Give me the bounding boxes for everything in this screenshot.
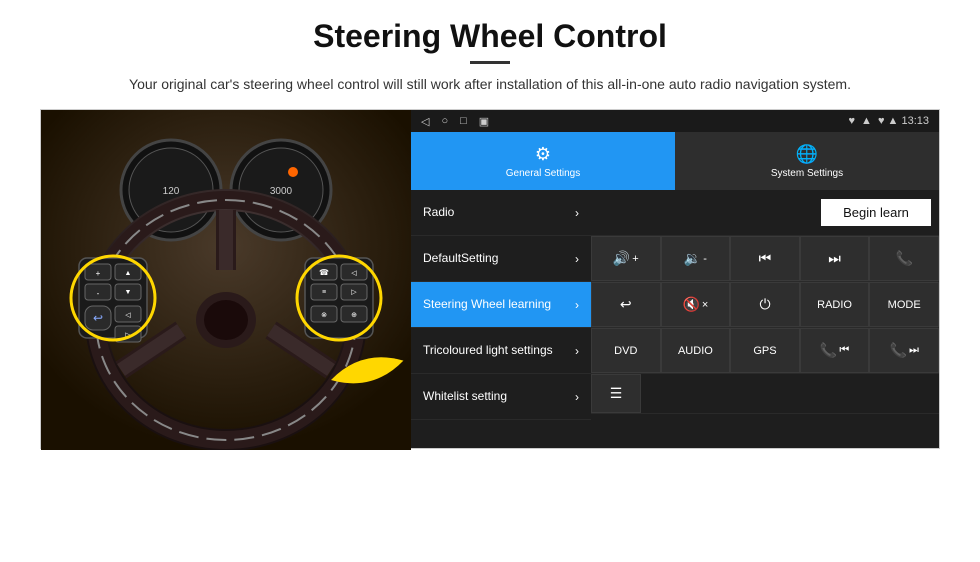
location-icon: ♥	[849, 115, 856, 127]
mode-button[interactable]: MODE	[869, 282, 939, 327]
menu-item-tricoloured-arrow: ›	[575, 344, 579, 358]
recent-icon[interactable]: □	[460, 115, 467, 127]
system-settings-icon: 🌐	[796, 144, 818, 165]
svg-text:120: 120	[163, 186, 180, 197]
general-settings-icon: ⚙	[535, 144, 551, 165]
phone-icon: 📞	[895, 250, 912, 267]
tel-next-button[interactable]: 📞 ⏭	[869, 328, 939, 373]
screenshot-icon[interactable]: ▣	[479, 115, 489, 128]
list-icon-button[interactable]: ☰	[591, 374, 641, 413]
page-title: Steering Wheel Control	[313, 18, 667, 55]
menu-item-steeringwheel[interactable]: Steering Wheel learning ›	[411, 282, 591, 328]
mode-label: MODE	[888, 299, 921, 311]
svg-text:⊕: ⊕	[351, 312, 357, 319]
menu-item-whitelist-label: Whitelist setting	[423, 389, 507, 403]
dvd-label: DVD	[614, 345, 637, 357]
begin-learn-button[interactable]: Begin learn	[821, 199, 931, 226]
list-icon: ☰	[610, 385, 623, 402]
power-button[interactable]: ⏻	[730, 282, 800, 327]
svg-text:▷: ▷	[351, 289, 357, 296]
next-track-icon: ⏭	[828, 250, 841, 267]
svg-text:◁: ◁	[351, 270, 357, 277]
audio-button[interactable]: AUDIO	[661, 328, 731, 373]
menu-item-whitelist[interactable]: Whitelist setting ›	[411, 374, 591, 420]
svg-text:≡: ≡	[322, 289, 326, 296]
right-panel: Begin learn 🔊 + 🔉 - ⏮	[591, 190, 939, 448]
hang-up-icon: ↩	[620, 296, 632, 313]
title-divider	[470, 61, 510, 64]
tel-next-arrow: ⏭	[909, 344, 919, 357]
page-subtitle: Your original car's steering wheel contr…	[129, 74, 851, 95]
svg-text:+: +	[96, 269, 101, 278]
tel-prev-arrow: ⏮	[839, 344, 849, 357]
menu-item-radio-label: Radio	[423, 205, 454, 219]
prev-track-icon: ⏮	[759, 250, 772, 267]
menu-item-defaultsetting-label: DefaultSetting	[423, 251, 498, 265]
tel-prev-button[interactable]: 📞 ⏮	[800, 328, 870, 373]
menu-item-whitelist-arrow: ›	[575, 390, 579, 404]
radio-button[interactable]: RADIO	[800, 282, 870, 327]
svg-text:-: -	[97, 289, 100, 298]
vol-up-icon: 🔊	[613, 250, 630, 267]
svg-text:▲: ▲	[125, 270, 132, 277]
audio-label: AUDIO	[678, 345, 713, 357]
button-row-1: 🔊 + 🔉 - ⏮ ⏭	[591, 236, 939, 282]
page-wrapper: Steering Wheel Control Your original car…	[0, 0, 980, 562]
vol-up-label: +	[632, 253, 638, 265]
status-bar-right: ♥ ▲ ♥ ▲ 13:13	[849, 115, 929, 127]
button-row-2: ↩ 🔇 × ⏻ RADIO MODE	[591, 282, 939, 328]
tab-system-settings[interactable]: 🌐 System Settings	[675, 132, 939, 190]
content-area: 120 3000	[40, 109, 940, 449]
button-row-3: DVD AUDIO GPS 📞 ⏮ 📞	[591, 328, 939, 374]
main-content: Radio › DefaultSetting › Steering Wheel …	[411, 190, 939, 448]
radio-label: RADIO	[817, 299, 852, 311]
gps-button[interactable]: GPS	[730, 328, 800, 373]
status-bar: ◁ ○ □ ▣ ♥ ▲ ♥ ▲ 13:13	[411, 110, 939, 132]
mute-button[interactable]: 🔇 ×	[661, 282, 731, 327]
tel-next-icon: 📞	[890, 342, 907, 359]
power-icon: ⏻	[759, 296, 770, 313]
prev-track-button[interactable]: ⏮	[730, 236, 800, 281]
mute-icon: 🔇	[682, 296, 699, 313]
menu-item-tricoloured-label: Tricoloured light settings	[423, 343, 553, 357]
svg-text:▼: ▼	[125, 289, 132, 296]
tab-bar: ⚙ General Settings 🌐 System Settings	[411, 132, 939, 190]
vol-down-icon: 🔉	[684, 250, 701, 267]
vol-up-button[interactable]: 🔊 +	[591, 236, 661, 281]
tel-prev-icon: 📞	[820, 342, 837, 359]
gps-label: GPS	[753, 345, 776, 357]
svg-text:↩: ↩	[93, 311, 103, 325]
menu-item-defaultsetting[interactable]: DefaultSetting ›	[411, 236, 591, 282]
begin-learn-row: Begin learn	[591, 190, 939, 236]
svg-text:☎: ☎	[319, 268, 329, 277]
menu-item-steeringwheel-label: Steering Wheel learning	[423, 297, 551, 311]
phone-button[interactable]: 📞	[869, 236, 939, 281]
button-row-4: ☰	[591, 374, 939, 414]
menu-item-radio[interactable]: Radio ›	[411, 190, 591, 236]
home-icon[interactable]: ○	[441, 115, 448, 127]
menu-item-tricoloured[interactable]: Tricoloured light settings ›	[411, 328, 591, 374]
wifi-icon: ▲	[861, 115, 872, 127]
time-display: ♥ ▲ 13:13	[878, 115, 929, 127]
svg-text:3000: 3000	[270, 186, 293, 197]
vol-down-label: -	[703, 253, 707, 265]
left-menu: Radio › DefaultSetting › Steering Wheel …	[411, 190, 591, 448]
steering-wheel-image: 120 3000	[41, 110, 411, 450]
mute-x-label: ×	[702, 299, 708, 311]
dvd-button[interactable]: DVD	[591, 328, 661, 373]
vol-down-button[interactable]: 🔉 -	[661, 236, 731, 281]
next-track-button[interactable]: ⏭	[800, 236, 870, 281]
android-ui: ◁ ○ □ ▣ ♥ ▲ ♥ ▲ 13:13 ⚙ General Settings	[411, 110, 939, 448]
tab-general-settings[interactable]: ⚙ General Settings	[411, 132, 675, 190]
status-bar-left: ◁ ○ □ ▣	[421, 115, 489, 128]
menu-item-steeringwheel-arrow: ›	[575, 298, 579, 312]
hang-up-button[interactable]: ↩	[591, 282, 661, 327]
back-icon[interactable]: ◁	[421, 115, 429, 128]
svg-text:⊗: ⊗	[321, 312, 327, 319]
menu-item-defaultsetting-arrow: ›	[575, 252, 579, 266]
general-settings-label: General Settings	[506, 168, 581, 179]
menu-item-radio-arrow: ›	[575, 206, 579, 220]
svg-text:◁: ◁	[125, 312, 131, 319]
system-settings-label: System Settings	[771, 168, 843, 179]
